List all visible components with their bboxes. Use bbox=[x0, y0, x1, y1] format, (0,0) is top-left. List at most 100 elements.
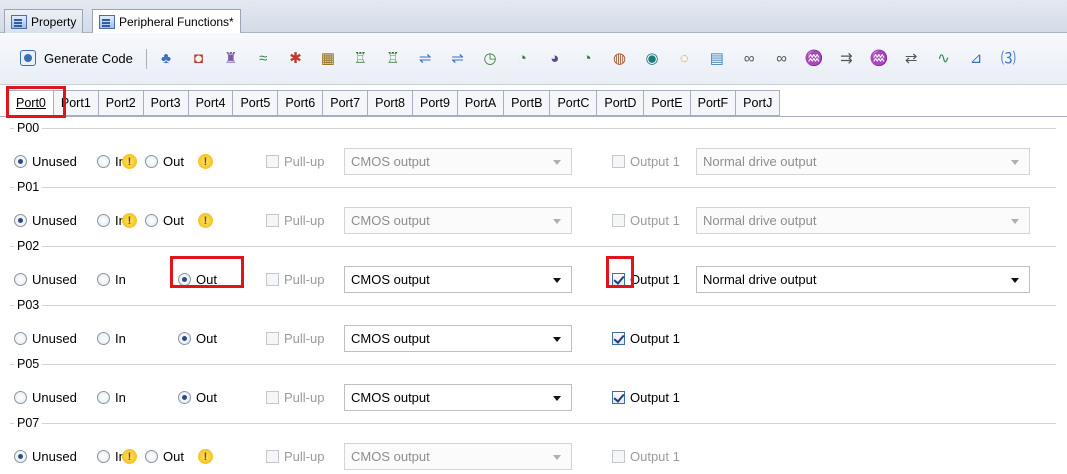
unused-radio[interactable]: Unused bbox=[14, 150, 77, 172]
tab-peripheral-functions[interactable]: Peripheral Functions* bbox=[92, 9, 241, 34]
out-radio[interactable]: Out bbox=[145, 150, 184, 172]
serial-icon[interactable]: ⇌ bbox=[415, 48, 435, 68]
rtc-icon[interactable]: ◕ bbox=[545, 48, 565, 68]
out-radio[interactable]: Out bbox=[178, 386, 217, 408]
group-border bbox=[10, 187, 1056, 188]
out-radio[interactable]: Out bbox=[178, 327, 217, 349]
out-radio[interactable]: Out bbox=[145, 445, 184, 467]
radio-circle bbox=[97, 213, 110, 227]
output1-checkbox[interactable]: Output 1 bbox=[612, 445, 680, 467]
interval-icon[interactable]: ◔ bbox=[577, 48, 597, 68]
chevron-down-icon bbox=[553, 160, 561, 165]
voltage-detect-icon[interactable]: ⊿ bbox=[966, 48, 986, 68]
tab-port7[interactable]: Port7 bbox=[323, 90, 369, 116]
output1-checkbox[interactable]: Output 1 bbox=[612, 327, 680, 349]
output-type-select[interactable]: CMOS output bbox=[344, 443, 572, 470]
output1-checkbox[interactable]: Output 1 bbox=[612, 268, 680, 290]
output-type-select[interactable]: CMOS output bbox=[344, 148, 572, 175]
unused-radio[interactable]: Unused bbox=[14, 327, 77, 349]
checkbox-box bbox=[266, 331, 279, 345]
pin-group-p07: P07 Unused In! Out! Pull-up CMOS output Output… bbox=[10, 415, 1060, 473]
comparator-icon[interactable]: ⇉ bbox=[836, 48, 856, 68]
radio-circle bbox=[14, 213, 27, 227]
tab-portj[interactable]: PortJ bbox=[736, 90, 781, 116]
watch-icon[interactable]: ◌ bbox=[674, 48, 694, 68]
chevron-down-icon bbox=[553, 278, 561, 283]
tab-portd[interactable]: PortD bbox=[597, 90, 645, 116]
tab-portb[interactable]: PortB bbox=[504, 90, 551, 116]
tab-porta[interactable]: PortA bbox=[457, 90, 505, 116]
warning-icon: ! bbox=[198, 213, 213, 228]
timer-array-2-icon[interactable]: ♖ bbox=[383, 48, 403, 68]
output1-checkbox[interactable]: Output 1 bbox=[612, 150, 680, 172]
drive-select[interactable]: Normal drive output bbox=[696, 207, 1030, 234]
unused-radio[interactable]: Unused bbox=[14, 386, 77, 408]
unused-radio[interactable]: Unused bbox=[14, 268, 77, 290]
pullup-checkbox[interactable]: Pull-up bbox=[266, 209, 324, 231]
tab-port5[interactable]: Port5 bbox=[233, 90, 279, 116]
interrupt-icon[interactable]: ♜ bbox=[221, 48, 241, 68]
tab-port0[interactable]: Port0 bbox=[8, 90, 54, 116]
warning-icon: ! bbox=[198, 154, 213, 169]
output-type-select[interactable]: CMOS output bbox=[344, 325, 572, 352]
unused-radio[interactable]: Unused bbox=[14, 445, 77, 467]
tab-portc[interactable]: PortC bbox=[550, 90, 598, 116]
tab-port9[interactable]: Port9 bbox=[413, 90, 458, 116]
pullup-checkbox[interactable]: Pull-up bbox=[266, 445, 324, 467]
waveform-icon[interactable]: ∿ bbox=[934, 48, 954, 68]
in-radio[interactable]: In bbox=[97, 386, 126, 408]
watchdog-icon[interactable]: ◷ bbox=[480, 48, 500, 68]
tab-port6[interactable]: Port6 bbox=[278, 90, 324, 116]
chevron-down-icon bbox=[1011, 160, 1019, 165]
link-icon[interactable]: ∞ bbox=[739, 48, 759, 68]
dma-icon[interactable]: ♒ bbox=[804, 48, 824, 68]
serial-2-icon[interactable]: ⇌ bbox=[448, 48, 468, 68]
output1-checkbox[interactable]: Output 1 bbox=[612, 386, 680, 408]
dma-2-icon[interactable]: ♒ bbox=[869, 48, 889, 68]
pullup-checkbox[interactable]: Pull-up bbox=[266, 150, 324, 172]
tab-port1[interactable]: Port1 bbox=[53, 90, 99, 116]
generate-code-button[interactable]: Generate Code bbox=[20, 47, 133, 69]
output-type-value: CMOS output bbox=[351, 449, 430, 464]
timer-icon[interactable]: ◔ bbox=[512, 48, 532, 68]
warning-icon: ! bbox=[122, 213, 137, 228]
unused-radio[interactable]: Unused bbox=[14, 209, 77, 231]
drive-select[interactable]: Normal drive output bbox=[696, 266, 1030, 293]
link-2-icon[interactable]: ∞ bbox=[772, 48, 792, 68]
in-radio[interactable]: In bbox=[97, 327, 126, 349]
tab-port4[interactable]: Port4 bbox=[188, 90, 234, 116]
tab-property[interactable]: Property bbox=[4, 9, 84, 33]
counter-icon[interactable]: ⑶ bbox=[998, 48, 1018, 68]
chip-icon[interactable]: ▦ bbox=[318, 48, 338, 68]
tab-port8[interactable]: Port8 bbox=[368, 90, 414, 116]
clock-output-icon[interactable]: ◍ bbox=[610, 48, 630, 68]
pin-config-icon[interactable]: ♣ bbox=[156, 48, 176, 68]
toolbar-separator bbox=[146, 49, 147, 69]
reset-icon[interactable]: ✱ bbox=[286, 48, 306, 68]
tab-portf[interactable]: PortF bbox=[690, 90, 737, 116]
pin-row: Unused In Out Pull-up CMOS output Output 1 bbox=[10, 382, 1060, 412]
data-transfer-icon[interactable]: ⇄ bbox=[901, 48, 921, 68]
chart-icon[interactable]: ≈ bbox=[253, 48, 273, 68]
in-radio[interactable]: In bbox=[97, 268, 126, 290]
timer-array-icon[interactable]: ♖ bbox=[350, 48, 370, 68]
tab-port2[interactable]: Port2 bbox=[98, 90, 144, 116]
drive-select[interactable]: Normal drive output bbox=[696, 148, 1030, 175]
pullup-checkbox[interactable]: Pull-up bbox=[266, 268, 324, 290]
pullup-checkbox[interactable]: Pull-up bbox=[266, 386, 324, 408]
buzzer-icon[interactable]: ◉ bbox=[642, 48, 662, 68]
pullup-checkbox[interactable]: Pull-up bbox=[266, 327, 324, 349]
out-label: Out bbox=[163, 212, 184, 228]
tab-port3[interactable]: Port3 bbox=[143, 90, 189, 116]
out-radio[interactable]: Out bbox=[178, 268, 217, 290]
out-radio[interactable]: Out bbox=[145, 209, 184, 231]
output1-checkbox[interactable]: Output 1 bbox=[612, 209, 680, 231]
display-icon[interactable]: ▤ bbox=[707, 48, 727, 68]
output-type-select[interactable]: CMOS output bbox=[344, 207, 572, 234]
tab-porte[interactable]: PortE bbox=[644, 90, 691, 116]
output-type-select[interactable]: CMOS output bbox=[344, 384, 572, 411]
port-tab-bar: Port0 Port1 Port2 Port3 Port4 Port5 Port6 Port7… bbox=[8, 90, 781, 116]
output-type-select[interactable]: CMOS output bbox=[344, 266, 572, 293]
radio-circle bbox=[14, 449, 27, 463]
clock-icon[interactable]: ◘ bbox=[188, 48, 208, 68]
